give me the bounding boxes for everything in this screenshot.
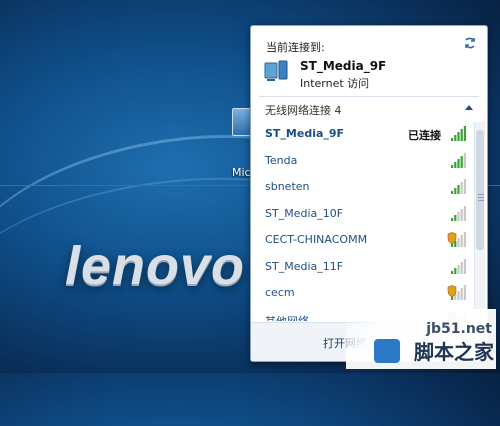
network-name: cecm xyxy=(265,286,295,299)
signal-bar xyxy=(454,161,457,168)
network-row[interactable]: CECT-CHINACOMM xyxy=(259,227,471,253)
current-network-name: ST_Media_9F xyxy=(300,59,387,73)
signal-strength-icon xyxy=(451,258,466,274)
network-row[interactable]: ST_Media_9F 已连接 xyxy=(259,121,471,147)
signal-bar xyxy=(454,188,457,194)
signal-bar xyxy=(463,285,466,300)
network-list: ST_Media_9F 已连接 Tenda sbneten ST_Media_10F CE… xyxy=(251,121,473,321)
signal-bar xyxy=(454,214,457,221)
current-connection-label: 当前连接到: xyxy=(266,41,325,54)
signal-strength-icon xyxy=(451,205,466,221)
signal-bar xyxy=(457,264,460,274)
scrollbar-grip xyxy=(478,194,484,202)
network-name: ST_Media_10F xyxy=(265,206,344,220)
network-name: ST_Media_9F xyxy=(265,127,345,140)
signal-bar xyxy=(463,179,466,194)
watermark-url: jb51.net xyxy=(426,321,492,337)
signal-bar xyxy=(460,182,463,194)
signal-bar xyxy=(454,135,457,141)
desktop-shortcut-label[interactable]: Mic xyxy=(232,166,251,179)
divider xyxy=(259,96,479,97)
scrollbar-thumb[interactable] xyxy=(476,130,484,250)
signal-bar xyxy=(460,261,463,274)
signal-bar xyxy=(460,155,463,168)
watermark-logo-icon xyxy=(374,339,400,363)
signal-bar xyxy=(457,132,460,141)
network-row[interactable]: ST_Media_10F xyxy=(259,201,471,227)
network-computer-icon xyxy=(264,60,288,81)
signal-strength-icon xyxy=(447,285,466,300)
signal-bar xyxy=(457,185,460,194)
lenovo-logo: lenovo xyxy=(65,236,246,296)
signal-bar xyxy=(457,158,460,168)
network-row[interactable]: Tenda xyxy=(259,148,471,174)
signal-bar xyxy=(457,238,460,247)
refresh-icon[interactable] xyxy=(463,36,477,50)
network-row[interactable]: cecm xyxy=(259,280,471,306)
wireless-section-title: 无线网络连接 4 xyxy=(265,104,342,117)
signal-bar xyxy=(454,267,457,274)
signal-bar xyxy=(463,205,466,221)
signal-bar xyxy=(451,244,454,247)
signal-bar xyxy=(460,288,463,300)
network-name: 其他网络 xyxy=(265,314,309,322)
network-name: Tenda xyxy=(265,153,298,167)
signal-bar xyxy=(451,217,454,221)
signal-bar xyxy=(463,126,466,141)
signal-bar xyxy=(451,191,454,194)
signal-strength-icon xyxy=(451,126,466,141)
network-row[interactable]: ST_Media_11F xyxy=(259,254,471,280)
current-network-status: Internet 访问 xyxy=(300,77,370,90)
signal-bar xyxy=(463,232,466,247)
signal-strength-icon xyxy=(447,232,466,247)
signal-bar xyxy=(451,297,454,300)
network-row[interactable]: sbneten xyxy=(259,174,471,200)
signal-bar xyxy=(460,208,463,221)
collapse-chevron-icon[interactable] xyxy=(465,105,473,110)
network-name: ST_Media_11F xyxy=(265,259,344,273)
network-status: 已连接 xyxy=(408,129,441,142)
signal-bar xyxy=(451,164,454,168)
signal-bar xyxy=(460,235,463,247)
signal-bar xyxy=(460,129,463,141)
signal-bar xyxy=(457,211,460,221)
signal-bar xyxy=(457,291,460,300)
signal-bar xyxy=(463,258,466,274)
watermark-text: 脚本之家 xyxy=(414,340,494,364)
wireless-section-header[interactable]: 无线网络连接 4 xyxy=(259,98,479,120)
signal-strength-icon xyxy=(451,179,466,194)
signal-bar xyxy=(451,138,454,141)
network-name: sbneten xyxy=(265,180,310,193)
signal-bar xyxy=(451,270,454,274)
network-name: CECT-CHINACOMM xyxy=(265,233,368,246)
signal-strength-icon xyxy=(451,152,466,168)
signal-bar xyxy=(463,152,466,168)
